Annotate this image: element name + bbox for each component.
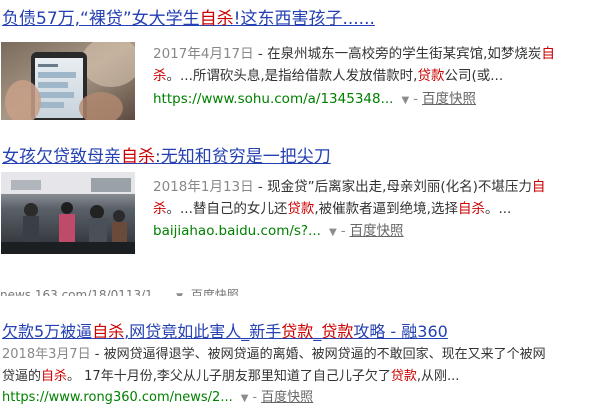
title-highlight: 贷款 bbox=[281, 322, 314, 341]
result-url[interactable]: baijiahao.baidu.com/s?... bbox=[153, 223, 321, 239]
separator: - bbox=[413, 91, 419, 107]
snippet-highlight: 自杀 bbox=[41, 369, 68, 384]
snippet-highlight: 杀 bbox=[153, 68, 167, 84]
result-2-snippet-line-2: 杀。...替自己的女儿还贷款,被催款者逼到绝境,选择自杀。... bbox=[153, 198, 511, 220]
snippet-text: - 现金贷”后离家出走,母亲刘丽(化名)不堪压力 bbox=[253, 179, 532, 195]
clipped-url: news.163.com/18/0113/1... bbox=[0, 288, 165, 296]
snippet-text: 。 17年十月份,李父从儿子朋友那里知道了自己儿子欠了 bbox=[67, 369, 391, 384]
snippet-highlight: 自 bbox=[531, 179, 546, 195]
snapshot-link[interactable]: 百度快照 bbox=[261, 390, 313, 405]
clipped-result-url-row: news.163.com/18/0113/1... ▼ 百度快照 bbox=[0, 284, 239, 296]
result-date: 2018年1月13日 bbox=[153, 179, 254, 195]
separator: - bbox=[340, 223, 346, 239]
result-2-url-row: baijiahao.baidu.com/s?... ▼ - 百度快照 bbox=[153, 221, 404, 243]
phone-photo-image bbox=[1, 42, 135, 120]
result-3-url-row: https://www.rong360.com/news/2... ▼ - 百度快照 bbox=[2, 388, 313, 409]
snippet-text: 公司(或... bbox=[444, 68, 504, 84]
snippet-highlight: 贷款 bbox=[287, 201, 315, 217]
snapshot-link[interactable]: 百度快照 bbox=[422, 91, 476, 107]
result-3-title[interactable]: 欠款5万被逼自杀,网贷竟如此害人_新手贷款_贷款攻略 - 融360 bbox=[2, 321, 448, 343]
result-3-snippet-line-1: 2018年3月7日 - 被网贷逼得退学、被网贷逼的离婚、被网贷逼的不敢回家、现在… bbox=[2, 344, 546, 366]
snippet-text: ,被催款者逼到绝境,选择 bbox=[314, 201, 458, 217]
snippet-text: - 被网贷逼得退学、被网贷逼的离婚、被网贷逼的不敢回家、现在又来了个被网 bbox=[90, 347, 546, 362]
title-text: !这东西害孩子...... bbox=[233, 9, 375, 29]
result-2-title[interactable]: 女孩欠贷致母亲自杀:无知和贫穷是一把尖刀 bbox=[2, 146, 331, 168]
snippet-highlight: 自 bbox=[541, 46, 555, 62]
crowd-photo-image bbox=[1, 172, 135, 254]
snippet-highlight: 贷款 bbox=[390, 369, 417, 384]
result-date: 2018年3月7日 bbox=[2, 347, 91, 362]
title-text: 负债57万,“裸贷”女大学生 bbox=[2, 9, 200, 29]
result-url[interactable]: https://www.sohu.com/a/1345348... bbox=[153, 91, 393, 107]
title-text: 欠款5万被逼 bbox=[2, 322, 93, 341]
snippet-text: 贷逼的 bbox=[2, 369, 42, 384]
snippet-text: ,从刚... bbox=[416, 369, 460, 384]
title-highlight: 自杀 bbox=[199, 9, 234, 29]
title-text: 攻略 - 融360 bbox=[353, 322, 448, 341]
result-1-title[interactable]: 负债57万,“裸贷”女大学生自杀!这东西害孩子...... bbox=[2, 8, 375, 30]
dropdown-caret-icon: ▼ bbox=[176, 292, 183, 296]
snippet-text: 。...所谓砍头息,是指给借款人发放借款时, bbox=[166, 68, 418, 84]
title-text: ,网贷竟如此害人_新手 bbox=[124, 322, 282, 341]
dropdown-caret-icon[interactable]: ▼ bbox=[401, 95, 409, 106]
snippet-highlight: 杀 bbox=[153, 201, 167, 217]
snippet-highlight: 自杀 bbox=[457, 201, 485, 217]
result-1-snippet-line-2: 杀。...所谓砍头息,是指给借款人发放借款时,贷款公司(或... bbox=[153, 65, 503, 87]
dropdown-caret-icon[interactable]: ▼ bbox=[241, 393, 249, 404]
result-date: 2017年4月17日 bbox=[153, 46, 254, 62]
title-highlight: 自杀 bbox=[121, 147, 155, 167]
result-1-url-row: https://www.sohu.com/a/1345348... ▼ - 百度快照 bbox=[153, 89, 476, 111]
dropdown-caret-icon[interactable]: ▼ bbox=[329, 227, 337, 238]
snippet-text: 。...替自己的女儿还 bbox=[166, 201, 288, 217]
snippet-text: - 在泉州城东一高校旁的学生街某宾馆,如梦烧炭 bbox=[253, 46, 542, 62]
result-3-snippet-line-2: 贷逼的自杀。 17年十月份,李父从儿子朋友那里知道了自己儿子欠了贷款,从刚... bbox=[2, 366, 459, 388]
result-1-thumbnail[interactable] bbox=[1, 42, 135, 120]
result-2-snippet-line-1: 2018年1月13日 - 现金贷”后离家出走,母亲刘丽(化名)不堪压力自 bbox=[153, 176, 545, 198]
clipped-snapshot: 百度快照 bbox=[190, 288, 239, 296]
result-2-thumbnail[interactable] bbox=[1, 172, 135, 254]
title-text: 女孩欠贷致母亲 bbox=[2, 147, 121, 167]
title-text: :无知和贫穷是一把尖刀 bbox=[155, 147, 331, 167]
separator: - bbox=[252, 390, 258, 405]
result-1-snippet-line-1: 2017年4月17日 - 在泉州城东一高校旁的学生街某宾馆,如梦烧炭自 bbox=[153, 43, 555, 65]
result-url[interactable]: https://www.rong360.com/news/2... bbox=[2, 390, 233, 405]
title-highlight: 贷款 bbox=[321, 322, 354, 341]
snapshot-link[interactable]: 百度快照 bbox=[350, 223, 404, 239]
snippet-text: 。... bbox=[484, 201, 512, 217]
title-highlight: 自杀 bbox=[92, 322, 125, 341]
snippet-highlight: 贷款 bbox=[417, 68, 445, 84]
